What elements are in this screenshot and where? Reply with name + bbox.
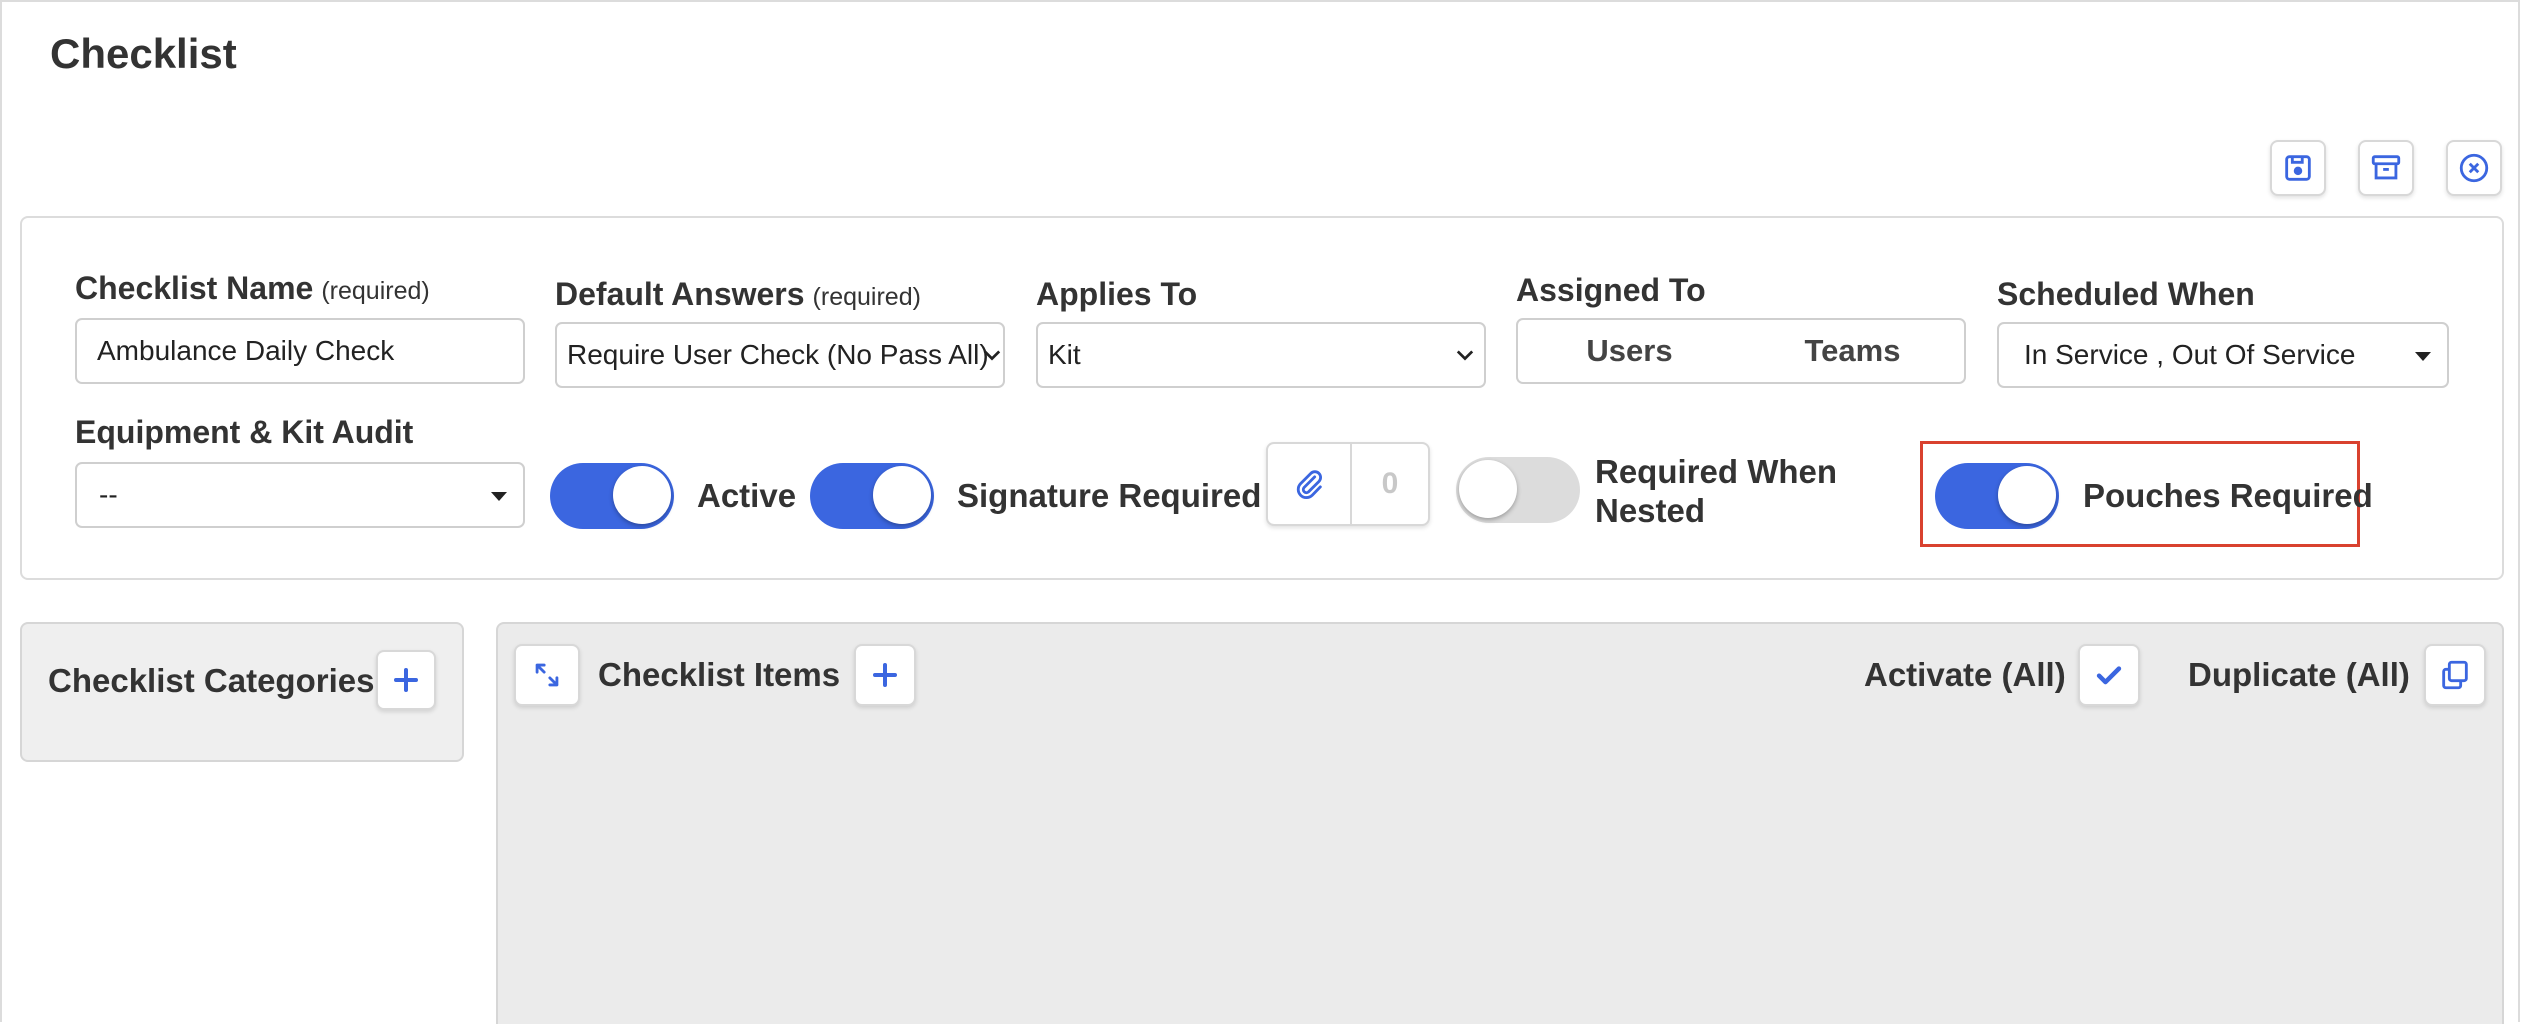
checklist-name-label: Checklist Name (required)	[75, 270, 430, 307]
default-answers-label-text: Default Answers	[555, 276, 805, 312]
attachment-count: 0	[1381, 467, 1399, 500]
close-circle-icon	[2459, 153, 2489, 183]
checklist-categories-panel: Checklist Categories	[20, 622, 464, 762]
paperclip-icon	[1296, 470, 1322, 499]
toggle-knob	[1998, 466, 2056, 524]
add-category-button[interactable]	[376, 650, 436, 710]
checklist-name-label-text: Checklist Name	[75, 270, 314, 306]
checklist-categories-title: Checklist Categories	[48, 662, 375, 699]
plus-icon	[394, 668, 418, 692]
pouches-required-label: Pouches Required	[2083, 477, 2373, 514]
checklist-items-title: Checklist Items	[598, 656, 841, 693]
toggle-knob	[1459, 460, 1517, 518]
assigned-to-label: Assigned To	[1516, 272, 1706, 308]
active-label: Active	[697, 477, 797, 514]
applies-to-value: Kit	[1048, 339, 1081, 370]
chevron-down-icon	[1456, 350, 1474, 361]
equipment-kit-audit-label: Equipment & Kit Audit	[75, 414, 414, 450]
required-when-nested-toggle[interactable]	[1456, 457, 1580, 523]
check-icon	[2096, 666, 2122, 685]
copy-icon	[2442, 660, 2468, 690]
toggle-knob	[873, 466, 931, 524]
required-note: (required)	[321, 277, 430, 305]
signature-required-label: Signature Required	[957, 477, 1262, 514]
required-when-nested-label: Required When Nested	[1595, 452, 1837, 530]
checklist-items-panel: Checklist Items Activate (All) Duplicate…	[496, 622, 2504, 1024]
expand-arrows-icon	[535, 663, 559, 687]
checklist-name-input[interactable]: Ambulance Daily Check	[75, 318, 525, 384]
toggle-knob	[613, 466, 671, 524]
assigned-to-segmented-control: Users Teams	[1516, 318, 1966, 384]
expand-button[interactable]	[514, 644, 580, 706]
default-answers-label: Default Answers (required)	[555, 276, 921, 313]
required-note: (required)	[812, 283, 921, 311]
save-icon	[2285, 155, 2311, 181]
page-title: Checklist	[50, 30, 237, 77]
assigned-to-users-option[interactable]: Users	[1518, 320, 1741, 382]
scheduled-when-select[interactable]: In Service , Out Of Service	[1997, 322, 2449, 388]
chevron-down-icon	[983, 350, 1001, 361]
applies-to-select[interactable]: Kit	[1036, 322, 1486, 388]
activate-all-button[interactable]	[2078, 644, 2140, 706]
signature-required-toggle[interactable]	[810, 463, 934, 529]
attachments-group: 0	[1266, 442, 1430, 526]
scheduled-when-value: In Service , Out Of Service	[2024, 339, 2356, 370]
required-when-nested-label-line1: Required When	[1595, 453, 1838, 490]
scheduled-when-label: Scheduled When	[1997, 276, 2255, 312]
caret-down-icon	[2415, 352, 2431, 361]
applies-to-label: Applies To	[1036, 276, 1198, 312]
active-toggle[interactable]	[550, 463, 674, 529]
required-when-nested-label-line2: Nested	[1595, 492, 1706, 529]
default-answers-select[interactable]: Require User Check (No Pass All)	[555, 322, 1005, 388]
equipment-kit-audit-value: --	[99, 479, 118, 510]
save-button[interactable]	[2270, 140, 2326, 196]
activate-all-label: Activate (All)	[1864, 656, 2066, 693]
duplicate-all-button[interactable]	[2424, 644, 2486, 706]
checklist-name-value: Ambulance Daily Check	[97, 335, 395, 366]
add-item-button[interactable]	[854, 644, 916, 706]
equipment-kit-audit-select[interactable]: --	[75, 462, 525, 528]
archive-icon	[2371, 155, 2401, 180]
duplicate-all-label: Duplicate (All)	[2188, 656, 2410, 693]
default-answers-value: Require User Check (No Pass All)	[567, 339, 989, 370]
close-button[interactable]	[2446, 140, 2502, 196]
archive-button[interactable]	[2358, 140, 2414, 196]
plus-icon	[873, 663, 897, 687]
assigned-to-teams-option[interactable]: Teams	[1741, 320, 1964, 382]
attach-button[interactable]	[1268, 444, 1352, 524]
pouches-required-toggle[interactable]	[1935, 463, 2059, 529]
caret-down-icon	[491, 492, 507, 501]
